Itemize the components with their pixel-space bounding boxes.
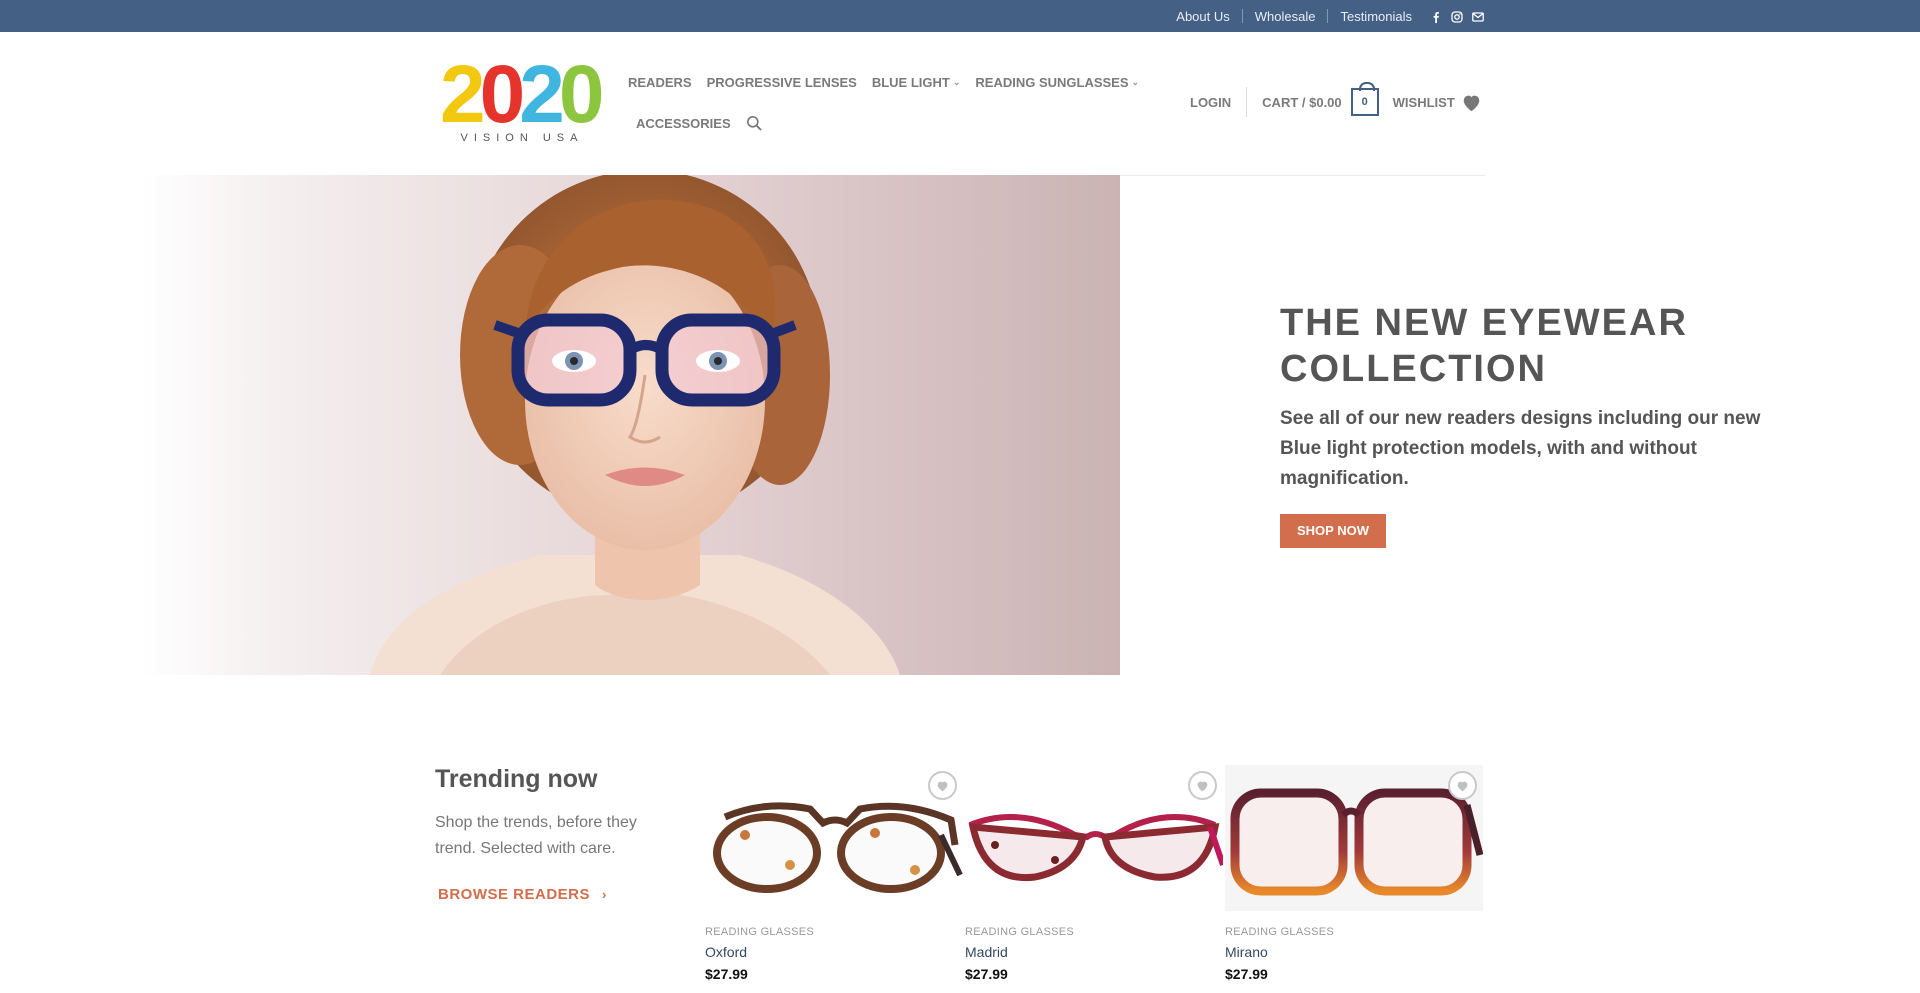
chevron-right-icon: › [602, 887, 607, 902]
hero-image [140, 175, 1120, 675]
trending-section: Trending now Shop the trends, before the… [435, 765, 675, 903]
hero-title: THE NEW EYEWEAR COLLECTION [1280, 302, 1688, 390]
testimonials-link[interactable]: Testimonials [1340, 9, 1412, 24]
account-nav: LOGIN CART / $0.00 0 WISHLIST [1190, 82, 1482, 122]
instagram-icon[interactable] [1451, 10, 1463, 23]
divider [1327, 9, 1329, 23]
wholesale-link[interactable]: Wholesale [1255, 9, 1316, 24]
top-bar: About Us Wholesale Testimonials [0, 0, 1920, 32]
top-nav: About Us Wholesale Testimonials [1176, 0, 1484, 32]
hero-text: THE NEW EYEWEAR COLLECTION See all of ou… [1280, 300, 1780, 548]
product-category: READING GLASSES [965, 926, 1075, 938]
nav-reading-sunglasses[interactable]: READING SUNGLASSES ⌄ [975, 75, 1139, 90]
logo-subtitle: VISION USA [460, 132, 584, 144]
heart-icon [937, 781, 948, 791]
trending-text: Shop the trends, before they trend. Sele… [435, 814, 637, 857]
heart-icon [1197, 781, 1208, 791]
product-image[interactable] [1225, 765, 1483, 911]
product-name[interactable]: Oxford [705, 944, 963, 960]
cart-link[interactable]: CART / $0.00 [1262, 95, 1341, 110]
wishlist-button[interactable] [1448, 771, 1477, 800]
product-image[interactable] [705, 765, 963, 911]
shop-now-button[interactable]: SHOP NOW [1280, 514, 1386, 548]
nav-progressive-lenses[interactable]: PROGRESSIVE LENSES [707, 75, 857, 90]
nav-blue-light[interactable]: BLUE LIGHT ⌄ [872, 75, 961, 90]
product-card[interactable]: READING GLASSES Mirano $27.99 [1225, 765, 1483, 982]
product-name[interactable]: Mirano [1225, 944, 1483, 960]
heart-icon [1457, 781, 1468, 791]
facebook-icon[interactable] [1430, 10, 1442, 23]
main-nav: READERS PROGRESSIVE LENSES BLUE LIGHT ⌄ R… [628, 68, 1148, 137]
heart-icon [1461, 93, 1482, 112]
divider [1246, 87, 1248, 117]
product-name[interactable]: Madrid [965, 944, 1223, 960]
logo[interactable]: 2 0 2 0 VISION USA [440, 49, 604, 146]
login-link[interactable]: LOGIN [1190, 95, 1231, 110]
social-icons [1430, 10, 1484, 23]
divider [1241, 9, 1243, 23]
chevron-down-icon: ⌄ [952, 76, 961, 87]
product-price: $27.99 [965, 966, 1008, 982]
product-card[interactable]: READING GLASSES Madrid $27.99 [965, 765, 1223, 982]
nav-readers[interactable]: READERS [628, 75, 692, 90]
search-icon[interactable] [746, 115, 762, 131]
cart-count-badge[interactable]: 0 [1350, 82, 1379, 116]
chevron-down-icon: ⌄ [1131, 76, 1140, 87]
wishlist-button[interactable] [1188, 771, 1217, 800]
browse-readers-link[interactable]: BROWSE READERS › [435, 886, 675, 903]
product-price: $27.99 [1225, 966, 1268, 982]
trending-title: Trending now [435, 765, 598, 793]
wishlist-label: WISHLIST [1392, 94, 1455, 110]
wishlist-button[interactable] [928, 771, 957, 800]
nav-accessories[interactable]: ACCESSORIES [636, 116, 731, 131]
logo-mark: 2 0 2 0 [440, 49, 604, 140]
mail-icon[interactable] [1472, 10, 1484, 22]
product-image[interactable] [965, 765, 1223, 911]
hero-subtitle: See all of our new readers designs inclu… [1280, 408, 1761, 489]
wishlist-link[interactable]: WISHLIST [1393, 93, 1482, 112]
product-card[interactable]: READING GLASSES Oxford $27.99 [705, 765, 963, 982]
product-price: $27.99 [705, 966, 748, 982]
about-us-link[interactable]: About Us [1176, 9, 1229, 24]
product-category: READING GLASSES [705, 926, 815, 938]
product-category: READING GLASSES [1225, 926, 1335, 938]
